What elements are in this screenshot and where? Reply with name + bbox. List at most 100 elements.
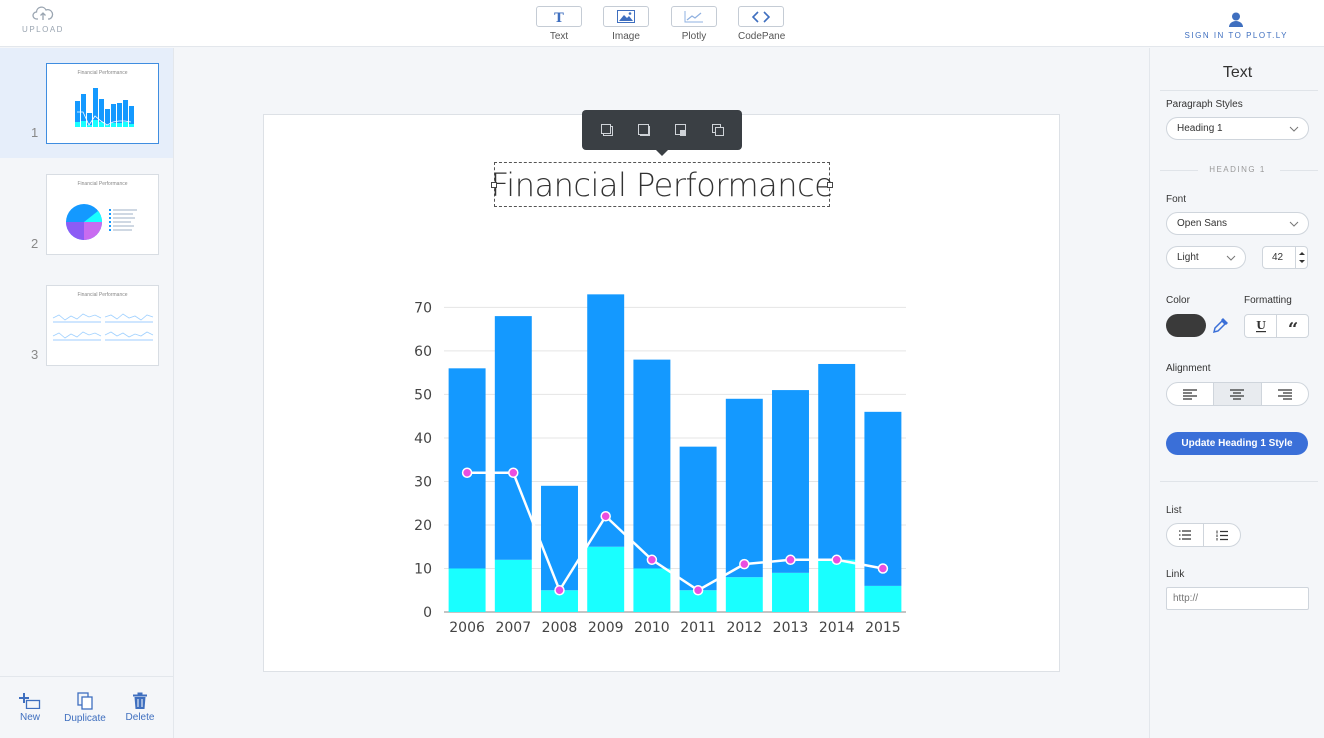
slide-actions-bar: New Duplicate Delete [0,676,173,738]
y-tick-label: 60 [414,344,432,360]
bar [494,559,532,612]
slide-item-3[interactable]: 3 Financial Performance [0,270,173,380]
duplicate-icon [77,692,93,710]
image-tool-label: Image [612,31,640,42]
y-tick-label: 70 [414,300,432,316]
text-color-swatch[interactable] [1166,314,1206,337]
title-text-element[interactable]: Financial Performance [491,162,834,207]
link-url-input[interactable] [1166,587,1309,610]
send-to-back-icon [711,124,724,136]
resize-handle-left[interactable] [491,182,497,188]
send-to-back-button[interactable] [709,121,727,139]
font-family-select[interactable]: Open Sans [1166,212,1309,235]
align-center-button[interactable] [1214,383,1262,405]
font-weight-select[interactable]: Light [1166,246,1246,269]
numbered-list-button[interactable] [1204,524,1240,546]
link-label: Link [1166,569,1185,580]
slide-thumbnail[interactable]: Financial Performance [46,285,159,366]
bring-to-front-button[interactable] [598,121,616,139]
eyedropper-button[interactable] [1212,316,1230,339]
thumbnail-pie-chart [66,204,137,240]
add-codepane-button[interactable]: CodePane [738,6,786,42]
slide-number: 1 [31,125,39,140]
plotly-tool-label: Plotly [681,31,707,42]
list-button-group [1166,523,1241,547]
chevron-down-icon [1289,126,1299,132]
font-size-value: 42 [1272,252,1284,263]
chevron-down-icon [1226,255,1236,261]
upload-button[interactable]: UPLOAD [20,5,66,34]
code-icon [752,10,770,23]
bar [587,546,625,612]
y-tick-label: 10 [414,561,432,577]
slide-title[interactable]: Financial Performance [491,166,834,204]
align-right-button[interactable] [1262,383,1308,405]
font-family-value: Open Sans [1177,218,1228,229]
bar [725,577,763,612]
send-backward-button[interactable] [672,121,690,139]
y-tick-label: 50 [414,387,432,403]
bar [772,572,809,612]
line-point [461,467,473,479]
plotly-chart-icon [684,11,703,23]
codepane-tool-label: CodePane [738,31,786,42]
bulleted-list-icon [1179,530,1191,540]
add-plotly-button[interactable]: Plotly [671,6,717,42]
resize-handle-right[interactable] [827,182,833,188]
new-slide-label: New [19,712,40,723]
text-properties-panel: Text Paragraph Styles Heading 1 HEADING … [1149,48,1324,738]
add-image-button[interactable]: Image [603,6,649,42]
update-heading-style-button[interactable]: Update Heading 1 Style [1166,432,1308,455]
bar [818,559,856,612]
y-tick-label: 30 [414,474,432,490]
numbered-list-icon [1216,530,1228,540]
bar [633,568,671,612]
paragraph-style-value: Heading 1 [1177,123,1223,134]
slide-thumbnail[interactable]: Financial Performance [46,63,159,144]
slide-item-2[interactable]: 2 Financial Performance [0,159,173,269]
blockquote-button[interactable]: “ [1277,315,1308,337]
sign-in-button[interactable]: SIGN IN TO PLOT.LY [1185,12,1288,40]
line-point [646,554,658,566]
x-tick-label: 2008 [542,620,578,636]
y-tick-label: 20 [414,518,432,534]
x-tick-label: 2009 [588,620,624,636]
new-slide-button[interactable]: New [18,692,42,723]
add-slide-icon [19,693,41,709]
financial-bar-chart[interactable]: 0 10 20 30 40 50 60 70 2006 2007 2008 2009 2010 2011 2… [264,270,924,640]
y-tick-label: 40 [414,431,432,447]
delete-slide-label: Delete [125,712,155,723]
alignment-label: Alignment [1166,363,1211,374]
x-tick-label: 2012 [726,620,762,636]
font-size-stepper[interactable] [1295,247,1307,268]
bar [587,294,625,547]
bar [864,585,902,612]
bulleted-list-button[interactable] [1167,524,1204,546]
underline-button[interactable]: U [1245,315,1277,337]
paragraph-styles-label: Paragraph Styles [1166,99,1243,110]
bring-forward-button[interactable] [635,121,653,139]
panel-title: Text [1222,64,1253,81]
font-size-input[interactable]: 42 [1262,246,1308,269]
duplicate-slide-button[interactable]: Duplicate [62,692,108,724]
slide-thumbnail[interactable]: Financial Performance [46,174,159,255]
bar [494,316,532,560]
x-tick-label: 2006 [449,620,485,636]
paragraph-style-select[interactable]: Heading 1 [1166,117,1309,140]
formatting-label: Formatting [1244,295,1292,306]
alignment-button-group [1166,382,1309,406]
duplicate-slide-label: Duplicate [64,713,106,724]
line-point [877,563,889,574]
line-point [554,584,565,596]
align-left-button[interactable] [1167,383,1215,405]
bar [679,446,717,591]
add-text-button[interactable]: T Text [536,6,582,42]
x-tick-label: 2011 [680,620,716,636]
svg-text:U: U [1256,319,1266,332]
underline-icon: U [1255,319,1266,333]
x-tick-label: 2013 [773,620,809,636]
slide-item-1[interactable]: 1 Financial Performance [0,48,173,158]
delete-slide-button[interactable]: Delete [124,692,156,723]
line-point [831,554,842,566]
bar [864,411,902,586]
